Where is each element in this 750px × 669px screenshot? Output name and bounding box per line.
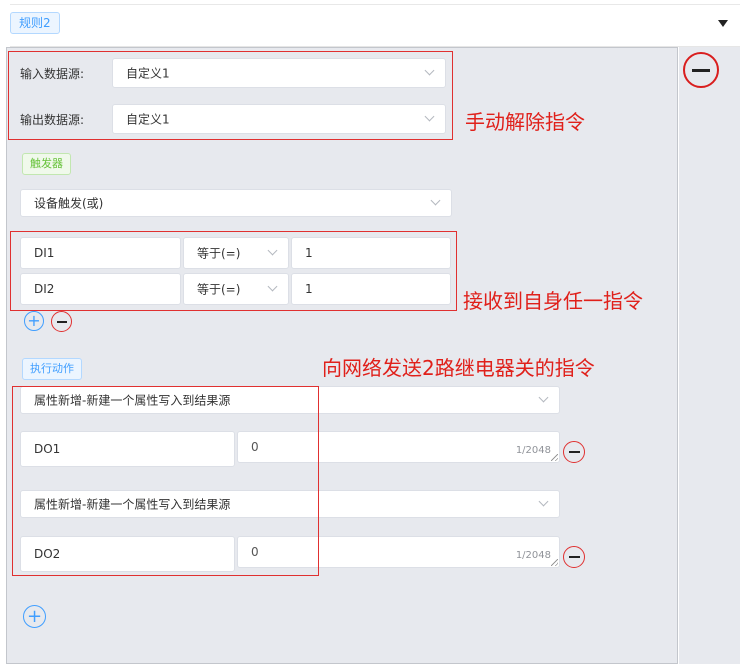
add-action-button[interactable]: + [23,605,46,628]
minus-circle-icon [692,68,710,72]
annotation-box-source [8,51,453,140]
annotation-send: 向网络发送2路继电器关的指令 [322,356,595,380]
annotation-release: 手动解除指令 [465,110,585,134]
trigger-mode-value: 设备触发(或) [34,196,104,211]
rule-tag[interactable]: 规则2 [10,12,60,34]
plus-circle-icon: + [26,605,43,627]
minus-circle-icon [568,451,580,453]
char-counter: 1/2048 [515,550,551,561]
annotation-box-conditions [10,231,457,311]
rule-side-strip [679,47,740,664]
remove-action-button[interactable] [563,441,585,463]
add-condition-button[interactable]: + [24,311,44,331]
plus-circle-icon: + [27,311,41,330]
remove-action-button[interactable] [563,546,585,568]
remove-condition-button[interactable] [51,311,72,332]
annotation-receive: 接收到自身任一指令 [463,289,643,313]
trigger-mode-select[interactable]: 设备触发(或) [20,189,452,217]
resize-handle[interactable] [551,559,558,566]
char-counter: 1/2048 [515,445,551,456]
annotation-box-actions [12,386,319,576]
trigger-tag: 触发器 [22,153,71,175]
minus-circle-icon [56,320,67,323]
chevron-down-icon [538,392,549,403]
caret-down-icon[interactable] [718,20,728,27]
remove-rule-button[interactable] [683,52,719,88]
minus-circle-icon [568,556,580,558]
chevron-down-icon [538,496,549,507]
action-tag: 执行动作 [22,358,82,380]
resize-handle[interactable] [551,454,558,461]
top-divider [10,4,740,5]
chevron-down-icon [430,195,441,206]
